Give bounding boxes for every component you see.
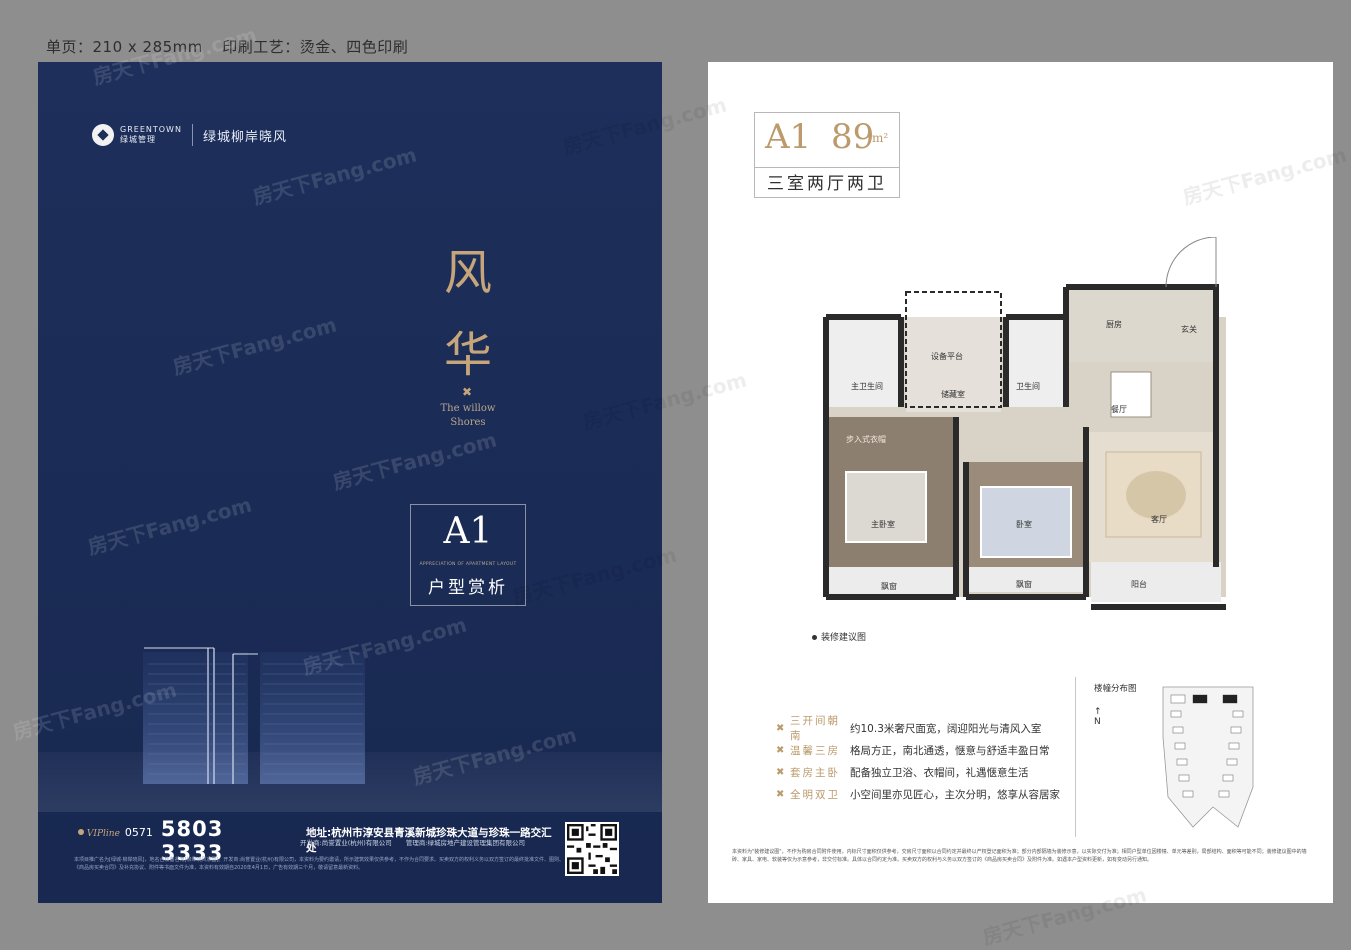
site-plan-map (1162, 686, 1254, 828)
qr-code-icon[interactable] (565, 822, 619, 876)
unit-code: A1 (765, 117, 812, 157)
label-equipment: 设备平台 (931, 351, 963, 361)
floorplan-drawing: 厨房 玄关 设备平台 储藏室 主卫生间 卫生间 餐厅 步入式衣帽 主卧室 卧室 … (823, 237, 1226, 610)
site-plan-label: 楼幢分布图 (1094, 684, 1137, 694)
feature-desc: 约10.3米奢尺面宽，阔迎阳光与清风入室 (850, 722, 1042, 735)
unit-divider (755, 167, 899, 168)
feature-desc: 小空间里亦见匠心，主次分明，悠享从容居家 (850, 788, 1060, 801)
label-living: 客厅 (1151, 514, 1167, 524)
label-entry: 玄关 (1181, 324, 1197, 334)
manager: 管理商:绿城房地产建设管理集团有限公司 (405, 839, 526, 847)
flower-icon: ✖ (776, 744, 785, 756)
footnote: 本资料为"装修建议图"，不作为购房合同附件使用，内标尺寸面积仅供参考，交房尺寸面… (732, 849, 1307, 863)
brand-text: GREENTOWN 绿城管理 (120, 125, 182, 145)
flower-icon: ✖ (462, 385, 473, 399)
label-kitchen: 厨房 (1106, 319, 1122, 329)
label-bedroom: 卧室 (1016, 519, 1032, 529)
label-storage: 储藏室 (941, 389, 965, 399)
cover-title-char: 华 (443, 327, 492, 383)
north-arrow-icon: ↑ N (1094, 707, 1102, 727)
willow-shores: The willow Shores (433, 402, 503, 430)
greentown-logo-icon (92, 124, 114, 146)
unit-badge: A1 89 m² 三室两厅两卫 (754, 112, 900, 198)
print-process: 印刷工艺：烫金、四色印刷 (222, 38, 409, 56)
label-master-bath: 主卫生间 (851, 381, 883, 391)
floorplan-page: A1 89 m² 三室两厅两卫 厨房 玄关 设备平台 储藏室 主卫生间 卫生间 … (708, 62, 1333, 903)
feature-desc: 配备独立卫浴、衣帽间，礼遇惬意生活 (850, 766, 1029, 779)
feature-item: ✖ 全明双卫 小空间里亦见匠心，主次分明，悠享从容居家 (776, 783, 1116, 805)
label-dining: 餐厅 (1111, 405, 1127, 414)
layout-badge: A1 APPRECIATION OF APARTMENT LAYOUT 户型赏析 (410, 504, 526, 606)
print-spec: 单页：210 x 285mm 印刷工艺：烫金、四色印刷 (46, 36, 408, 57)
cover-title: 风 华 (438, 232, 498, 396)
brand-divider (191, 124, 193, 146)
developer: 开发商:尚誉置业(杭州)有限公司 (300, 839, 392, 847)
north-label: N (1094, 717, 1101, 727)
decoration-note: 装修建议图 (812, 630, 866, 643)
feature-title: 温馨三房 (790, 744, 840, 757)
feature-item: ✖ 套房主卧 配备独立卫浴、衣帽间，礼遇惬意生活 (776, 761, 1116, 783)
brand-en: GREENTOWN (120, 125, 182, 134)
cover-title-char: 风 (443, 245, 492, 301)
legal-disclaimer: 本项目推广名为[绿城·柳岸晓风]，地名合核备名为[柳岸晓风家园]。开发商:尚誉置… (74, 857, 564, 871)
flower-icon: ✖ (776, 788, 785, 800)
brand-cn: 绿城管理 (120, 135, 156, 144)
feature-desc: 格局方正，南北通透，惬意与舒适丰盈日常 (850, 744, 1050, 757)
label-walkin: 步入式衣帽 (846, 434, 886, 444)
label-second-bath: 卫生间 (1016, 381, 1040, 391)
vip-label: VIPline (86, 829, 120, 839)
unit-area-unit: m² (872, 131, 889, 145)
feature-title: 三开间朝南 (790, 715, 840, 742)
vip-dot-icon (78, 829, 84, 835)
project-name: 绿城柳岸晓风 (202, 129, 287, 145)
section-divider (1075, 677, 1076, 837)
label-master-bed: 主卧室 (871, 519, 895, 529)
flower-icon: ✖ (776, 766, 785, 778)
feature-list: ✖ 三开间朝南 约10.3米奢尺面宽，阔迎阳光与清风入室 ✖ 温馨三房 格局方正… (776, 715, 1116, 805)
layout-code: A1 (443, 511, 493, 552)
label-balcony: 阳台 (1131, 579, 1147, 589)
cover-page: GREENTOWN 绿城管理 绿城柳岸晓风 风 华 ✖ The willow S… (38, 62, 662, 903)
layout-subtitle-en: APPRECIATION OF APARTMENT LAYOUT (419, 562, 517, 567)
label-bay-2: 飘窗 (1016, 579, 1032, 589)
willow-line-2: Shores (450, 417, 486, 428)
unit-area: 89 (831, 117, 875, 157)
label-bay-1: 飘窗 (881, 581, 897, 591)
print-size: 单页：210 x 285mm (46, 38, 203, 56)
flower-icon: ✖ (776, 722, 785, 734)
tower-illustration (143, 647, 365, 784)
area-code: 0571 (124, 826, 153, 839)
feature-title: 套房主卧 (790, 766, 840, 779)
layout-subtitle-cn: 户型赏析 (428, 578, 508, 598)
feature-item: ✖ 三开间朝南 约10.3米奢尺面宽，阔迎阳光与清风入室 (776, 715, 1116, 742)
unit-rooms: 三室两厅两卫 (767, 174, 887, 194)
willow-line-1: The willow (440, 403, 496, 414)
brand-row: GREENTOWN 绿城管理 绿城柳岸晓风 (92, 124, 287, 146)
developer-line: 开发商:尚誉置业(杭州)有限公司 管理商:绿城房地产建设管理集团有限公司 (300, 837, 525, 847)
feature-item: ✖ 温馨三房 格局方正，南北通透，惬意与舒适丰盈日常 (776, 739, 1116, 761)
feature-title: 全明双卫 (790, 788, 840, 801)
